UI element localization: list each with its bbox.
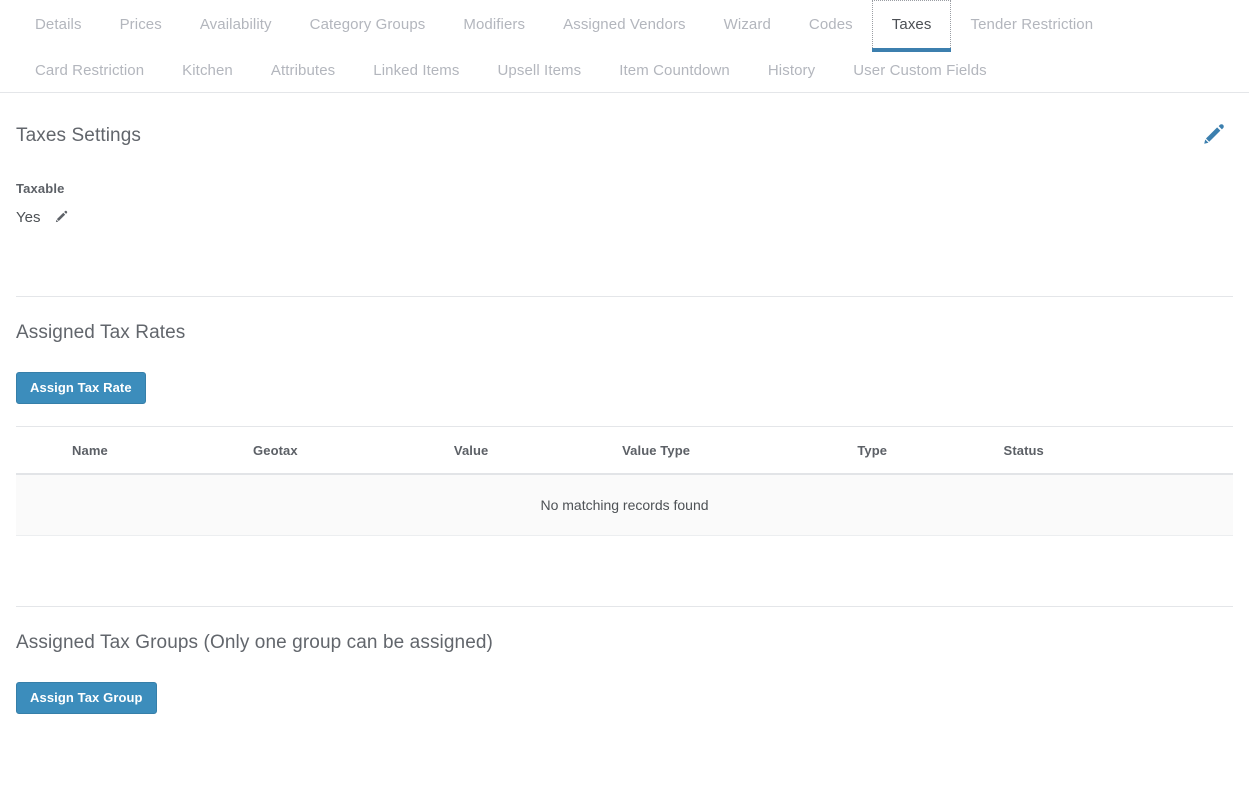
tab-row-secondary: Card Restriction Kitchen Attributes Linked … — [16, 48, 1233, 92]
table-row-empty: No matching records found — [16, 474, 1233, 536]
column-header-geotax[interactable]: Geotax — [235, 427, 442, 474]
assigned-tax-rates-title: Assigned Tax Rates — [16, 322, 1233, 344]
tab-tender-restriction[interactable]: Tender Restriction — [951, 0, 1112, 48]
tab-label: Linked Items — [373, 62, 459, 79]
tab-user-custom-fields[interactable]: User Custom Fields — [834, 48, 1006, 92]
tab-assigned-vendors[interactable]: Assigned Vendors — [544, 0, 705, 48]
tab-label: Category Groups — [310, 16, 426, 33]
empty-records-message: No matching records found — [16, 474, 1233, 536]
tab-codes[interactable]: Codes — [790, 0, 872, 48]
assign-tax-rate-button[interactable]: Assign Tax Rate — [16, 372, 146, 404]
tab-label: User Custom Fields — [853, 62, 987, 79]
column-header-type[interactable]: Type — [831, 427, 989, 474]
tab-label: Codes — [809, 16, 853, 33]
tab-upsell-items[interactable]: Upsell Items — [479, 48, 601, 92]
table-header-row: Name Geotax Value Value Type Type Status — [16, 427, 1233, 474]
tab-availability[interactable]: Availability — [181, 0, 291, 48]
tab-row-primary: Details Prices Availability Category Groups… — [16, 0, 1233, 48]
tab-taxes[interactable]: Taxes — [872, 0, 952, 48]
assigned-tax-groups-title: Assigned Tax Groups (Only one group can … — [16, 632, 1233, 654]
taxes-settings-header: Taxes Settings — [16, 93, 1233, 147]
pencil-icon[interactable] — [1201, 121, 1227, 147]
tab-label: Assigned Vendors — [563, 16, 686, 33]
taxable-value-row: Yes — [16, 209, 1233, 226]
tax-rates-table-wrapper: Name Geotax Value Value Type Type Status… — [0, 427, 1249, 536]
tab-modifiers[interactable]: Modifiers — [444, 0, 544, 48]
tab-label: Availability — [200, 16, 272, 33]
table-body: No matching records found — [16, 474, 1233, 536]
column-header-value[interactable]: Value — [442, 427, 600, 474]
spacer — [0, 536, 1249, 606]
column-header-status[interactable]: Status — [990, 427, 1233, 474]
item-tab-navigation: Details Prices Availability Category Groups… — [0, 0, 1249, 93]
tab-label: Item Countdown — [619, 62, 730, 79]
tab-wizard[interactable]: Wizard — [705, 0, 790, 48]
taxes-settings-section: Taxes Settings Taxable Yes — [0, 93, 1249, 226]
column-header-value-type[interactable]: Value Type — [600, 427, 831, 474]
spacer — [0, 404, 1249, 426]
tab-label: Details — [35, 16, 82, 33]
assigned-tax-groups-section: Assigned Tax Groups (Only one group can … — [0, 607, 1249, 714]
tab-label: Upsell Items — [498, 62, 582, 79]
tab-label: Attributes — [271, 62, 335, 79]
tab-label: Prices — [120, 16, 162, 33]
tab-attributes[interactable]: Attributes — [252, 48, 354, 92]
tab-label: Card Restriction — [35, 62, 144, 79]
tab-linked-items[interactable]: Linked Items — [354, 48, 478, 92]
pencil-icon[interactable] — [54, 209, 69, 224]
page-title: Taxes Settings — [16, 125, 141, 147]
column-header-name[interactable]: Name — [16, 427, 235, 474]
tab-prices[interactable]: Prices — [101, 0, 181, 48]
spacer — [0, 226, 1249, 296]
tax-rates-table: Name Geotax Value Value Type Type Status… — [16, 427, 1233, 536]
assign-tax-group-button[interactable]: Assign Tax Group — [16, 682, 157, 714]
assigned-tax-rates-section: Assigned Tax Rates Assign Tax Rate — [0, 297, 1249, 404]
tab-category-groups[interactable]: Category Groups — [291, 0, 445, 48]
tab-label: Wizard — [724, 16, 771, 33]
taxable-label: Taxable — [16, 181, 1233, 196]
tab-card-restriction[interactable]: Card Restriction — [16, 48, 163, 92]
tab-kitchen[interactable]: Kitchen — [163, 48, 252, 92]
table-header: Name Geotax Value Value Type Type Status — [16, 427, 1233, 474]
tab-history[interactable]: History — [749, 48, 834, 92]
tab-details[interactable]: Details — [16, 0, 101, 48]
tab-label: History — [768, 62, 815, 79]
tab-label: Taxes — [892, 16, 932, 33]
tab-item-countdown[interactable]: Item Countdown — [600, 48, 749, 92]
tab-label: Modifiers — [463, 16, 525, 33]
tab-label: Tender Restriction — [970, 16, 1093, 33]
taxable-value: Yes — [16, 209, 40, 226]
tab-label: Kitchen — [182, 62, 233, 79]
